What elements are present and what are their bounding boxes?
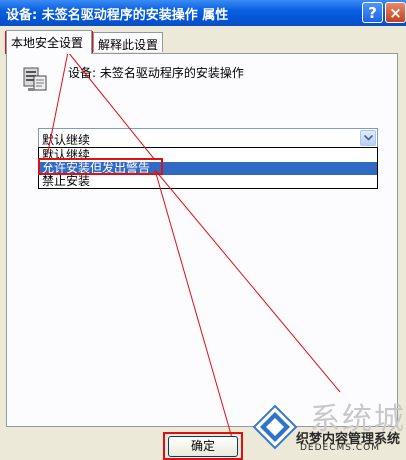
chevron-down-icon: [364, 135, 373, 141]
tab-label: 本地安全设置: [11, 36, 84, 50]
tab-local-security-setting[interactable]: 本地安全设置: [6, 30, 92, 54]
close-button[interactable]: ×: [385, 2, 406, 23]
watermark-bottom-text: DEDECMS.COM: [300, 443, 380, 453]
tab-explain-setting[interactable]: 解释此设置: [93, 32, 163, 52]
computer-policy-icon: [23, 67, 47, 91]
ok-button[interactable]: 确定: [168, 436, 238, 457]
combo-dropdown-button[interactable]: [360, 130, 376, 146]
window-title: 设备: 未签名驱动程序的安装操作 属性: [6, 8, 229, 23]
combo-selected-value: 默认继续: [42, 133, 91, 147]
tab-label: 解释此设置: [98, 38, 159, 52]
setting-label: 设备: 未签名驱动程序的安装操作: [68, 66, 244, 80]
help-button[interactable]: ?: [362, 2, 383, 23]
title-bar: 设备: 未签名驱动程序的安装操作 属性 ? ×: [0, 0, 406, 26]
tab-panel: [6, 53, 398, 427]
combo-dropdown-list: 默认继续 允许安装但发出警告 禁止安装: [38, 147, 378, 189]
dropdown-option[interactable]: 禁止安装: [39, 175, 377, 188]
watermark-logo-icon: [252, 404, 298, 450]
policy-combo[interactable]: 默认继续: [38, 128, 378, 148]
